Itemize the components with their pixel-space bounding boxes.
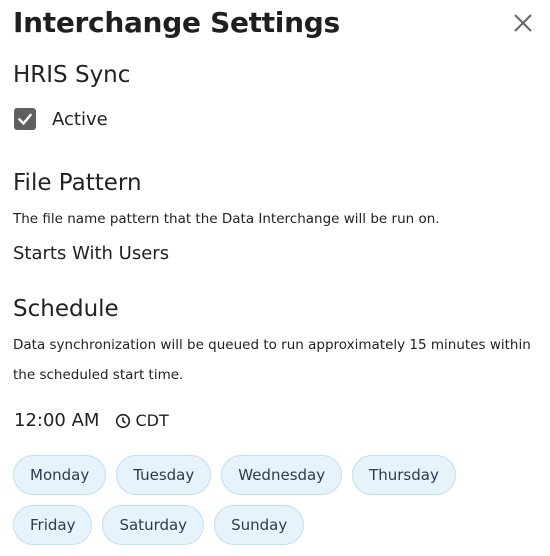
- file-pattern-description: The file name pattern that the Data Inte…: [13, 211, 440, 227]
- day-chip-monday[interactable]: Monday: [13, 455, 107, 495]
- active-label: Active: [52, 108, 108, 130]
- active-checkbox-row[interactable]: Active: [14, 108, 108, 130]
- day-chip-wednesday[interactable]: Wednesday: [221, 455, 343, 495]
- checkmark-icon: [17, 113, 33, 126]
- day-chip-sunday[interactable]: Sunday: [214, 505, 305, 545]
- timezone-label: CDT: [135, 411, 169, 430]
- day-chip-friday[interactable]: Friday: [13, 505, 93, 545]
- day-chip-thursday[interactable]: Thursday: [352, 455, 456, 495]
- schedule-time-row: 12:00 AM CDT: [14, 410, 169, 431]
- day-chip-saturday[interactable]: Saturday: [102, 505, 205, 545]
- clock-icon: [116, 413, 131, 428]
- schedule-timezone: CDT: [115, 411, 169, 430]
- schedule-days: Monday Tuesday Wednesday Thursday Friday…: [13, 455, 543, 545]
- hris-sync-title: HRIS Sync: [13, 62, 131, 88]
- close-icon: [514, 14, 532, 32]
- dialog-title: Interchange Settings: [13, 6, 340, 39]
- active-checkbox[interactable]: [14, 108, 36, 130]
- schedule-title: Schedule: [13, 296, 119, 322]
- file-pattern-value: Starts With Users: [13, 243, 170, 264]
- schedule-time: 12:00 AM: [14, 410, 100, 431]
- close-button[interactable]: [510, 10, 536, 36]
- file-pattern-title: File Pattern: [13, 170, 142, 196]
- day-chip-tuesday[interactable]: Tuesday: [116, 455, 212, 495]
- schedule-description: Data synchronization will be queued to r…: [13, 337, 531, 383]
- interchange-settings-dialog: Interchange Settings HRIS Sync Active Fi…: [0, 0, 550, 556]
